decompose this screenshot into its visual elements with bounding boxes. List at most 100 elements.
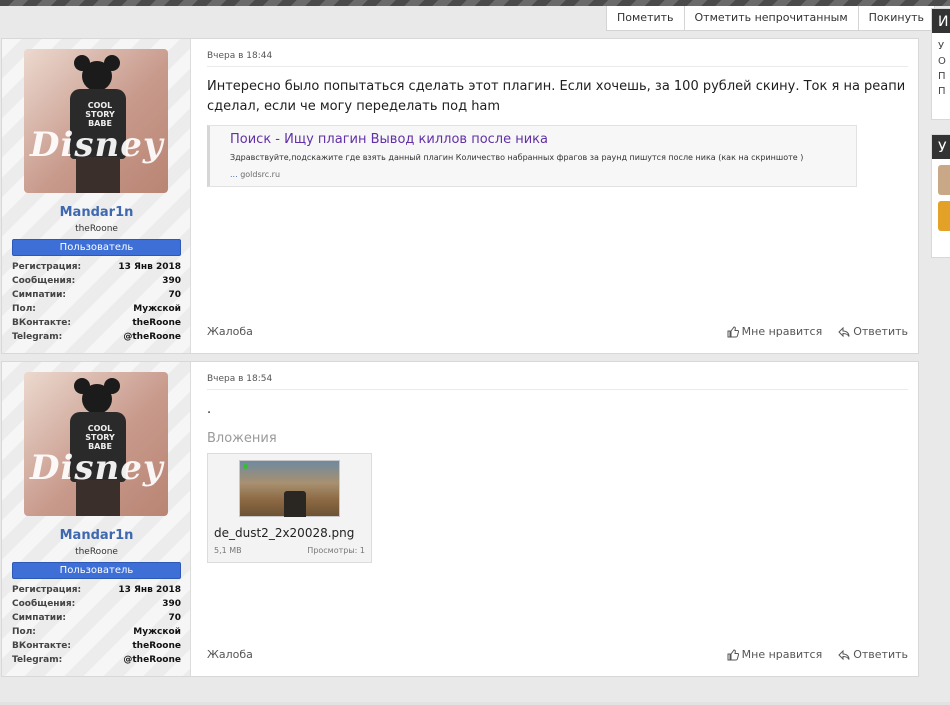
divider [207, 66, 908, 67]
sidebar-block-users: У [931, 134, 950, 258]
post-actions: Мне нравится Ответить [727, 325, 908, 338]
message-text: Интересно было попытаться сделать этот п… [207, 79, 906, 114]
user-stats: Регистрация: 13 Янв 2018 Сообщения: 390 Си… [12, 583, 181, 667]
stat-row: Регистрация: 13 Янв 2018 [12, 583, 181, 597]
link-preview-title[interactable]: Поиск - Ищу плагин Вывод киллов после ни… [230, 132, 548, 147]
thumbs-up-icon [727, 325, 739, 337]
link-preview-source: ... goldsrc.ru [230, 170, 280, 179]
stat-row: Регистрация: 13 Янв 2018 [12, 260, 181, 274]
stat-value[interactable]: theRoone [132, 639, 181, 653]
post-actions: Мне нравится Ответить [727, 648, 908, 661]
report-link[interactable]: Жалоба [207, 648, 253, 661]
username-link[interactable]: Mandar1n [2, 205, 191, 220]
stat-key: Симпатии: [12, 613, 66, 623]
like-button[interactable]: Мне нравится [727, 648, 823, 661]
post: COOL STORY BABE Disney Mandar1n theRoone… [1, 38, 919, 354]
stat-key: ВКонтакте: [12, 641, 71, 651]
avatar[interactable]: COOL STORY BABE Disney [24, 372, 168, 516]
stat-key: Telegram: [12, 655, 63, 665]
user-panel: COOL STORY BABE Disney Mandar1n theRoone… [2, 362, 191, 676]
like-label: Мне нравится [741, 648, 823, 661]
reply-icon [838, 326, 850, 337]
stat-key: Пол: [12, 304, 36, 314]
sidebar-line: О [938, 56, 946, 67]
stat-value[interactable]: theRoone [132, 316, 181, 330]
username-link[interactable]: Mandar1n [2, 528, 191, 543]
stat-key: Симпатии: [12, 290, 66, 300]
stat-value: 70 [168, 290, 181, 300]
sidebar-line: У [938, 41, 945, 52]
stat-row: Telegram: @theRoone [12, 330, 181, 344]
stat-value[interactable]: @theRoone [123, 653, 181, 667]
message-content: Вчера в 18:44 Интересно было попытаться … [207, 39, 908, 353]
link-preview[interactable]: Поиск - Ищу плагин Вывод киллов после ни… [207, 125, 857, 187]
stat-value: 390 [162, 599, 181, 609]
source-icon: ... [230, 170, 238, 179]
avatar-logo: Disney [30, 125, 164, 165]
stat-value: Мужской [133, 627, 181, 637]
post: COOL STORY BABE Disney Mandar1n theRoone… [1, 361, 919, 677]
report-link[interactable]: Жалоба [207, 325, 253, 338]
attachment-filename[interactable]: de_dust2_2x20028.png [214, 526, 354, 540]
message-text: . [207, 402, 212, 417]
sidebar-block-header: У [932, 135, 950, 159]
stat-key: Сообщения: [12, 276, 76, 286]
stat-value[interactable]: @theRoone [123, 330, 181, 344]
attachment-card[interactable]: de_dust2_2x20028.png 5,1 MB Просмотры: 1 [207, 453, 372, 563]
user-role-badge: Пользователь [12, 562, 181, 579]
reply-label: Ответить [853, 648, 908, 661]
sidebar-avatar[interactable] [938, 201, 950, 231]
divider [207, 389, 908, 390]
stat-row: Пол: Мужской [12, 625, 181, 639]
user-stats: Регистрация: 13 Янв 2018 Сообщения: 390 Си… [12, 260, 181, 344]
avatar-shirt-text: COOL STORY BABE [85, 101, 115, 128]
stat-row: Симпатии: 70 [12, 288, 181, 302]
sidebar-avatar[interactable] [938, 165, 950, 195]
stat-row: ВКонтакте: theRoone [12, 639, 181, 653]
thread-toolbar: Пометить Отметить непрочитанным Покинуть [606, 6, 936, 31]
post-date[interactable]: Вчера в 18:44 [207, 51, 272, 61]
message-content: Вчера в 18:54 . Вложения de_dust2_2x2002… [207, 362, 908, 676]
stat-key: Telegram: [12, 332, 63, 342]
leave-button[interactable]: Покинуть [857, 6, 934, 30]
post-date[interactable]: Вчера в 18:54 [207, 374, 272, 384]
reply-button[interactable]: Ответить [838, 648, 908, 661]
attachment-thumbnail[interactable] [239, 460, 340, 517]
stat-value: 70 [168, 613, 181, 623]
stat-row: Сообщения: 390 [12, 597, 181, 611]
user-title: theRoone [75, 547, 118, 557]
stat-value: 390 [162, 276, 181, 286]
stat-value: 13 Янв 2018 [118, 585, 181, 595]
user-panel: COOL STORY BABE Disney Mandar1n theRoone… [2, 39, 191, 353]
reply-label: Ответить [853, 325, 908, 338]
stat-key: Сообщения: [12, 599, 76, 609]
mark-button[interactable]: Пометить [607, 6, 684, 30]
stat-row: Пол: Мужской [12, 302, 181, 316]
stat-row: Симпатии: 70 [12, 611, 181, 625]
link-preview-description: Здравствуйте,подскажите где взять данный… [230, 153, 804, 162]
stat-row: Сообщения: 390 [12, 274, 181, 288]
reply-icon [838, 649, 850, 660]
stat-key: Регистрация: [12, 262, 82, 272]
attachment-size: 5,1 MB [214, 546, 242, 555]
stat-key: ВКонтакте: [12, 318, 71, 328]
attachment-views: Просмотры: 1 [307, 546, 365, 555]
avatar-logo: Disney [30, 448, 164, 488]
stat-value: 13 Янв 2018 [118, 262, 181, 272]
stat-row: Telegram: @theRoone [12, 653, 181, 667]
avatar[interactable]: COOL STORY BABE Disney [24, 49, 168, 193]
attachments-heading: Вложения [207, 431, 277, 446]
mark-unread-button[interactable]: Отметить непрочитанным [683, 6, 858, 30]
sidebar-line: П [938, 86, 946, 97]
user-title: theRoone [75, 224, 118, 234]
sidebar-block-header: И [932, 9, 950, 33]
reply-button[interactable]: Ответить [838, 325, 908, 338]
source-domain: goldsrc.ru [240, 170, 281, 179]
sidebar-block-info: И У О П П [931, 8, 950, 120]
thumbs-up-icon [727, 648, 739, 660]
user-role-badge: Пользователь [12, 239, 181, 256]
avatar-shirt-text: COOL STORY BABE [85, 424, 115, 451]
stat-value: Мужской [133, 304, 181, 314]
like-button[interactable]: Мне нравится [727, 325, 822, 338]
stat-key: Пол: [12, 627, 36, 637]
